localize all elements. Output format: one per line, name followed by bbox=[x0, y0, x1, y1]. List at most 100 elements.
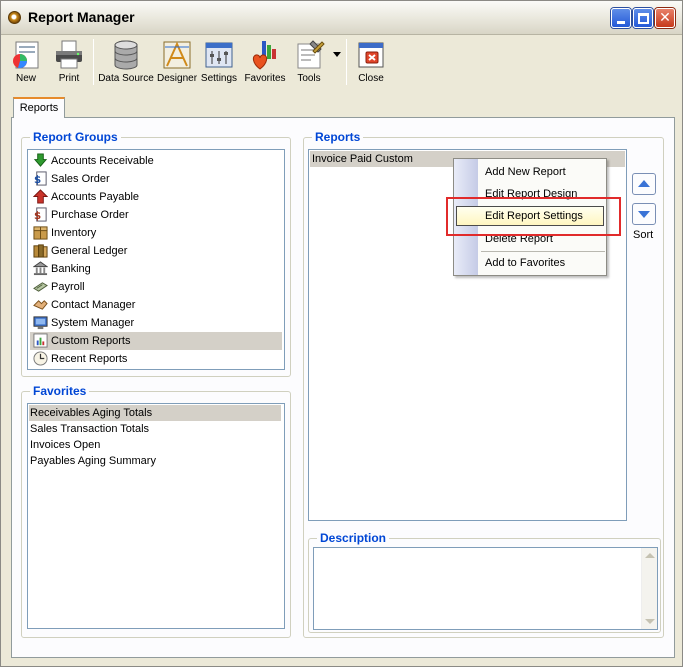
sidebar-item-label: Recent Reports bbox=[51, 353, 128, 365]
sidebar-item-banking[interactable]: Banking bbox=[30, 260, 282, 278]
tab-reports[interactable]: Reports bbox=[13, 97, 65, 118]
sidebar-item-label: Purchase Order bbox=[51, 209, 129, 221]
close-icon: ✕ bbox=[659, 10, 671, 26]
sidebar-item-label: System Manager bbox=[51, 317, 135, 329]
sidebar-item-label: General Ledger bbox=[51, 245, 128, 257]
new-button[interactable]: New bbox=[7, 35, 45, 89]
sidebar-item-system-manager[interactable]: System Manager bbox=[30, 314, 282, 332]
toolbar-separator bbox=[93, 39, 94, 85]
favorites-button-label: Favorites bbox=[244, 73, 286, 84]
minimize-icon bbox=[617, 21, 625, 24]
maximize-button[interactable] bbox=[633, 8, 653, 28]
window-title: Report Manager bbox=[28, 9, 135, 25]
description-textarea[interactable] bbox=[313, 547, 658, 630]
list-item[interactable]: Receivables Aging Totals bbox=[29, 405, 281, 421]
clock-icon bbox=[33, 351, 48, 366]
sidebar-item-inventory[interactable]: Inventory bbox=[30, 224, 282, 242]
settings-button-label: Settings bbox=[200, 73, 238, 84]
report-groups-group: Report Groups Accounts Receivable $ Sale… bbox=[21, 130, 291, 377]
app-icon[interactable] bbox=[8, 11, 21, 24]
sidebar-item-label: Accounts Receivable bbox=[51, 155, 154, 167]
reports-title: Reports bbox=[312, 130, 364, 144]
purchase-order-icon: $ bbox=[34, 207, 47, 222]
settings-button[interactable]: Settings bbox=[199, 35, 239, 89]
sidebar-item-sales-order[interactable]: $ Sales Order bbox=[30, 170, 282, 188]
svg-text:$: $ bbox=[34, 174, 41, 186]
sidebar-item-custom-reports[interactable]: Custom Reports bbox=[30, 332, 282, 350]
sidebar-item-general-ledger[interactable]: General Ledger bbox=[30, 242, 282, 260]
favorites-title: Favorites bbox=[30, 384, 90, 398]
tools-button-label: Tools bbox=[297, 73, 321, 84]
scroll-down-icon[interactable] bbox=[645, 619, 655, 624]
accounts-receivable-icon bbox=[33, 153, 48, 167]
sidebar-item-label: Banking bbox=[51, 263, 91, 275]
designer-button-label: Designer bbox=[157, 73, 198, 84]
close-window-button[interactable]: ✕ bbox=[655, 8, 675, 28]
general-ledger-icon bbox=[33, 244, 48, 258]
menu-item-add-to-favorites[interactable]: Add to Favorites bbox=[454, 252, 606, 274]
sidebar-item-label: Accounts Payable bbox=[51, 191, 140, 203]
database-icon bbox=[114, 40, 138, 70]
sidebar-item-contact-manager[interactable]: Contact Manager bbox=[30, 296, 282, 314]
vertical-scrollbar[interactable] bbox=[641, 548, 657, 629]
scroll-up-icon[interactable] bbox=[645, 553, 655, 558]
maximize-icon bbox=[638, 13, 649, 24]
print-button-label: Print bbox=[58, 73, 80, 84]
sidebar-item-label: Custom Reports bbox=[51, 335, 131, 347]
title-bar[interactable]: Report Manager ✕ bbox=[1, 1, 682, 35]
report-groups-list[interactable]: Accounts Receivable $ Sales Order Accoun… bbox=[27, 149, 285, 370]
arrow-up-icon bbox=[638, 180, 650, 187]
svg-text:$: $ bbox=[34, 210, 41, 222]
report-manager-window: Report Manager ✕ New Print Data Source D… bbox=[0, 0, 683, 667]
designer-button[interactable]: Designer bbox=[157, 35, 197, 89]
favorites-button[interactable]: Favorites bbox=[241, 35, 289, 89]
sidebar-item-purchase-order[interactable]: $ Purchase Order bbox=[30, 206, 282, 224]
arrow-down-icon bbox=[638, 211, 650, 218]
sidebar-item-recent-reports[interactable]: Recent Reports bbox=[30, 350, 282, 368]
favorites-group: Favorites Receivables Aging Totals Sales… bbox=[21, 384, 291, 638]
payroll-icon bbox=[33, 282, 48, 292]
sort-up-button[interactable] bbox=[632, 173, 656, 195]
minimize-button[interactable] bbox=[611, 8, 631, 28]
favorites-list[interactable]: Receivables Aging Totals Sales Transacti… bbox=[27, 403, 285, 629]
description-title: Description bbox=[317, 531, 390, 545]
highlight-annotation-box bbox=[446, 197, 621, 236]
bank-icon bbox=[33, 261, 48, 276]
close-button[interactable]: Close bbox=[351, 35, 391, 89]
sidebar-item-label: Contact Manager bbox=[51, 299, 136, 311]
menu-item-add-new-report[interactable]: Add New Report bbox=[454, 161, 606, 183]
new-report-icon bbox=[13, 41, 39, 69]
list-item[interactable]: Sales Transaction Totals bbox=[29, 421, 281, 437]
tools-button[interactable]: Tools bbox=[291, 35, 341, 89]
list-item[interactable]: Payables Aging Summary bbox=[29, 453, 281, 469]
custom-reports-icon bbox=[33, 333, 48, 348]
close-button-label: Close bbox=[358, 73, 384, 84]
designer-icon bbox=[163, 41, 191, 69]
description-group: Description bbox=[308, 531, 661, 633]
toolbar: New Print Data Source Designer Settings … bbox=[7, 35, 677, 89]
accounts-payable-icon bbox=[33, 189, 48, 204]
inventory-icon bbox=[33, 226, 48, 240]
report-groups-title: Report Groups bbox=[30, 130, 121, 144]
monitor-icon bbox=[33, 316, 48, 330]
print-button[interactable]: Print bbox=[49, 35, 89, 89]
sidebar-item-label: Sales Order bbox=[51, 173, 110, 185]
printer-icon bbox=[56, 40, 82, 69]
sort-down-button[interactable] bbox=[632, 203, 656, 225]
data-source-button[interactable]: Data Source bbox=[97, 35, 155, 89]
sidebar-item-payroll[interactable]: Payroll bbox=[30, 278, 282, 296]
favorites-icon bbox=[252, 41, 276, 70]
close-report-icon bbox=[358, 42, 384, 68]
sidebar-item-label: Payroll bbox=[51, 281, 85, 293]
sales-order-icon: $ bbox=[34, 171, 47, 186]
data-source-button-label: Data Source bbox=[98, 73, 154, 84]
sidebar-item-accounts-receivable[interactable]: Accounts Receivable bbox=[30, 152, 282, 170]
sidebar-item-accounts-payable[interactable]: Accounts Payable bbox=[30, 188, 282, 206]
new-button-label: New bbox=[15, 73, 36, 84]
list-item[interactable]: Invoices Open bbox=[29, 437, 281, 453]
sidebar-item-label: Inventory bbox=[51, 227, 97, 239]
tools-icon bbox=[297, 40, 325, 69]
contact-manager-icon bbox=[33, 300, 48, 310]
chevron-down-icon[interactable] bbox=[333, 52, 341, 57]
settings-icon bbox=[205, 42, 233, 68]
